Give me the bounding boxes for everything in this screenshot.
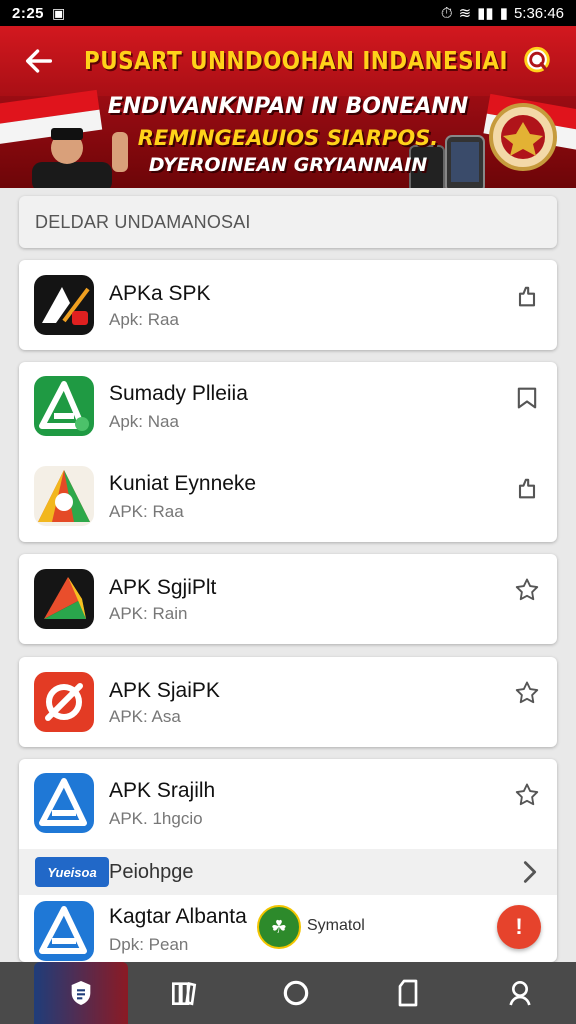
list-item[interactable]: Kuniat Eynneke APK: Raa xyxy=(19,452,557,542)
page-title: PUSART UNNDOOHAN INDANESIAI xyxy=(84,46,508,75)
section-header: DELDAR UNDAMANOSAI xyxy=(19,196,557,248)
list-item[interactable]: Kagtar Albanta Dpk: Pean ☘ Symatol ! xyxy=(19,895,557,961)
wifi-icon: ≋ xyxy=(458,5,472,22)
banner-line-1: ENDIVANKNPAN IN BONEANN xyxy=(107,94,469,119)
blue-a-logo-icon xyxy=(34,901,94,961)
signal-icon: ▮▮ xyxy=(477,5,494,22)
section-title: DELDAR UNDAMANOSAI xyxy=(35,211,251,232)
document-tab-icon xyxy=(398,979,418,1007)
app-card: APK Srajilh APK. 1hgcio Yueisoa Peiohpge… xyxy=(19,759,557,962)
notification-icon: ▣ xyxy=(52,4,66,21)
bottom-navigation xyxy=(0,962,576,1024)
banner-line-2: REMINGEAUIOS SIARPOS. xyxy=(137,126,439,150)
nav-tab-document[interactable] xyxy=(352,962,464,1024)
play-triangle-logo-icon xyxy=(34,569,94,629)
alarm-icon: ⏱ xyxy=(440,4,453,22)
app-subtitle: APK: Rain xyxy=(109,604,188,623)
banner-line-3: DYEROINEAN GRYIANNAIN xyxy=(148,154,428,176)
list-item[interactable]: APK SjaiPK APK: Asa xyxy=(19,657,557,747)
nav-tab-library[interactable] xyxy=(128,962,240,1024)
bookmark-icon[interactable] xyxy=(513,384,541,412)
list-item[interactable]: APK Srajilh APK. 1hgcio xyxy=(19,759,557,849)
share-icon[interactable] xyxy=(513,282,541,310)
app-name: APK SjaiPK xyxy=(109,679,220,702)
promo-row[interactable]: Yueisoa Peiohpge xyxy=(19,849,557,895)
app-name: APK Srajilh xyxy=(109,779,216,802)
list-item[interactable]: APKa SPK Apk: Raa xyxy=(19,260,557,350)
green-a-logo-icon xyxy=(34,376,94,436)
app-name: Kagtar Albanta xyxy=(109,905,247,928)
blue-a-logo-icon xyxy=(34,773,94,833)
nav-tab-home[interactable] xyxy=(240,962,352,1024)
status-icons: ⏱ ≋ ▮▮ ▮ 5:36:46 xyxy=(440,4,564,23)
app-card: Sumady Plleiia Apk: Naa Kuniat Eynneke A… xyxy=(19,362,557,542)
list-item[interactable]: Sumady Plleiia Apk: Naa xyxy=(19,362,557,452)
list-item[interactable]: APK SgjiPlt APK: Rain xyxy=(19,554,557,644)
nav-tab-profile[interactable] xyxy=(464,962,576,1024)
app-name: APKa SPK xyxy=(109,282,211,305)
nav-tab-shield[interactable] xyxy=(34,962,128,1024)
promo-logo: Yueisoa xyxy=(35,857,109,887)
header-banner: PUSART UNNDOOHAN INDANESIAI ENDIVANKNPAN… xyxy=(0,26,576,188)
alert-fab-button[interactable]: ! xyxy=(497,905,541,949)
app-name: APK SgjiPlt xyxy=(109,576,217,599)
book-tab-icon xyxy=(172,982,197,1006)
battery-icon: ▮ xyxy=(499,5,508,22)
status-bar: 2:25 ▣ ⏱ ≋ ▮▮ ▮ 5:36:46 xyxy=(0,0,576,26)
multicolor-p-logo-icon xyxy=(34,466,94,526)
app-subtitle: Apk: Raa xyxy=(109,310,179,329)
app-subtitle: APK. 1hgcio xyxy=(109,809,203,828)
app-subtitle: APK: Raa xyxy=(109,502,184,521)
app-card: APK SgjiPlt APK: Rain xyxy=(19,554,557,644)
star-icon[interactable] xyxy=(513,679,541,707)
status-clock: 5:36:46 xyxy=(513,4,564,22)
app-subtitle: APK: Asa xyxy=(109,707,181,726)
star-icon[interactable] xyxy=(513,781,541,809)
apk-dark-logo-icon xyxy=(34,275,94,335)
back-arrow-icon[interactable] xyxy=(22,44,56,78)
search-icon[interactable] xyxy=(520,44,554,78)
app-card: APKa SPK Apk: Raa xyxy=(19,260,557,350)
home-circle-tab-icon xyxy=(283,980,309,1006)
chevron-right-icon[interactable] xyxy=(519,858,541,886)
app-subtitle: Apk: Naa xyxy=(109,412,179,431)
app-name: Sumady Plleiia xyxy=(109,382,248,405)
promo-label: Peiohpge xyxy=(109,860,194,883)
red-ring-logo-icon xyxy=(34,672,94,732)
status-time: 2:25 xyxy=(12,4,45,22)
share-icon[interactable] xyxy=(513,474,541,502)
app-name: Kuniat Eynneke xyxy=(109,472,257,495)
app-card: APK SjaiPK APK: Asa xyxy=(19,657,557,747)
app-subtitle: Dpk: Pean xyxy=(109,935,189,954)
shield-tab-icon xyxy=(71,981,91,1005)
star-icon[interactable] xyxy=(513,576,541,604)
profile-pin-tab-icon xyxy=(509,981,531,1006)
sponsor-label: Symatol xyxy=(307,917,365,934)
sponsor-badge-icon: ☘ xyxy=(257,905,301,949)
